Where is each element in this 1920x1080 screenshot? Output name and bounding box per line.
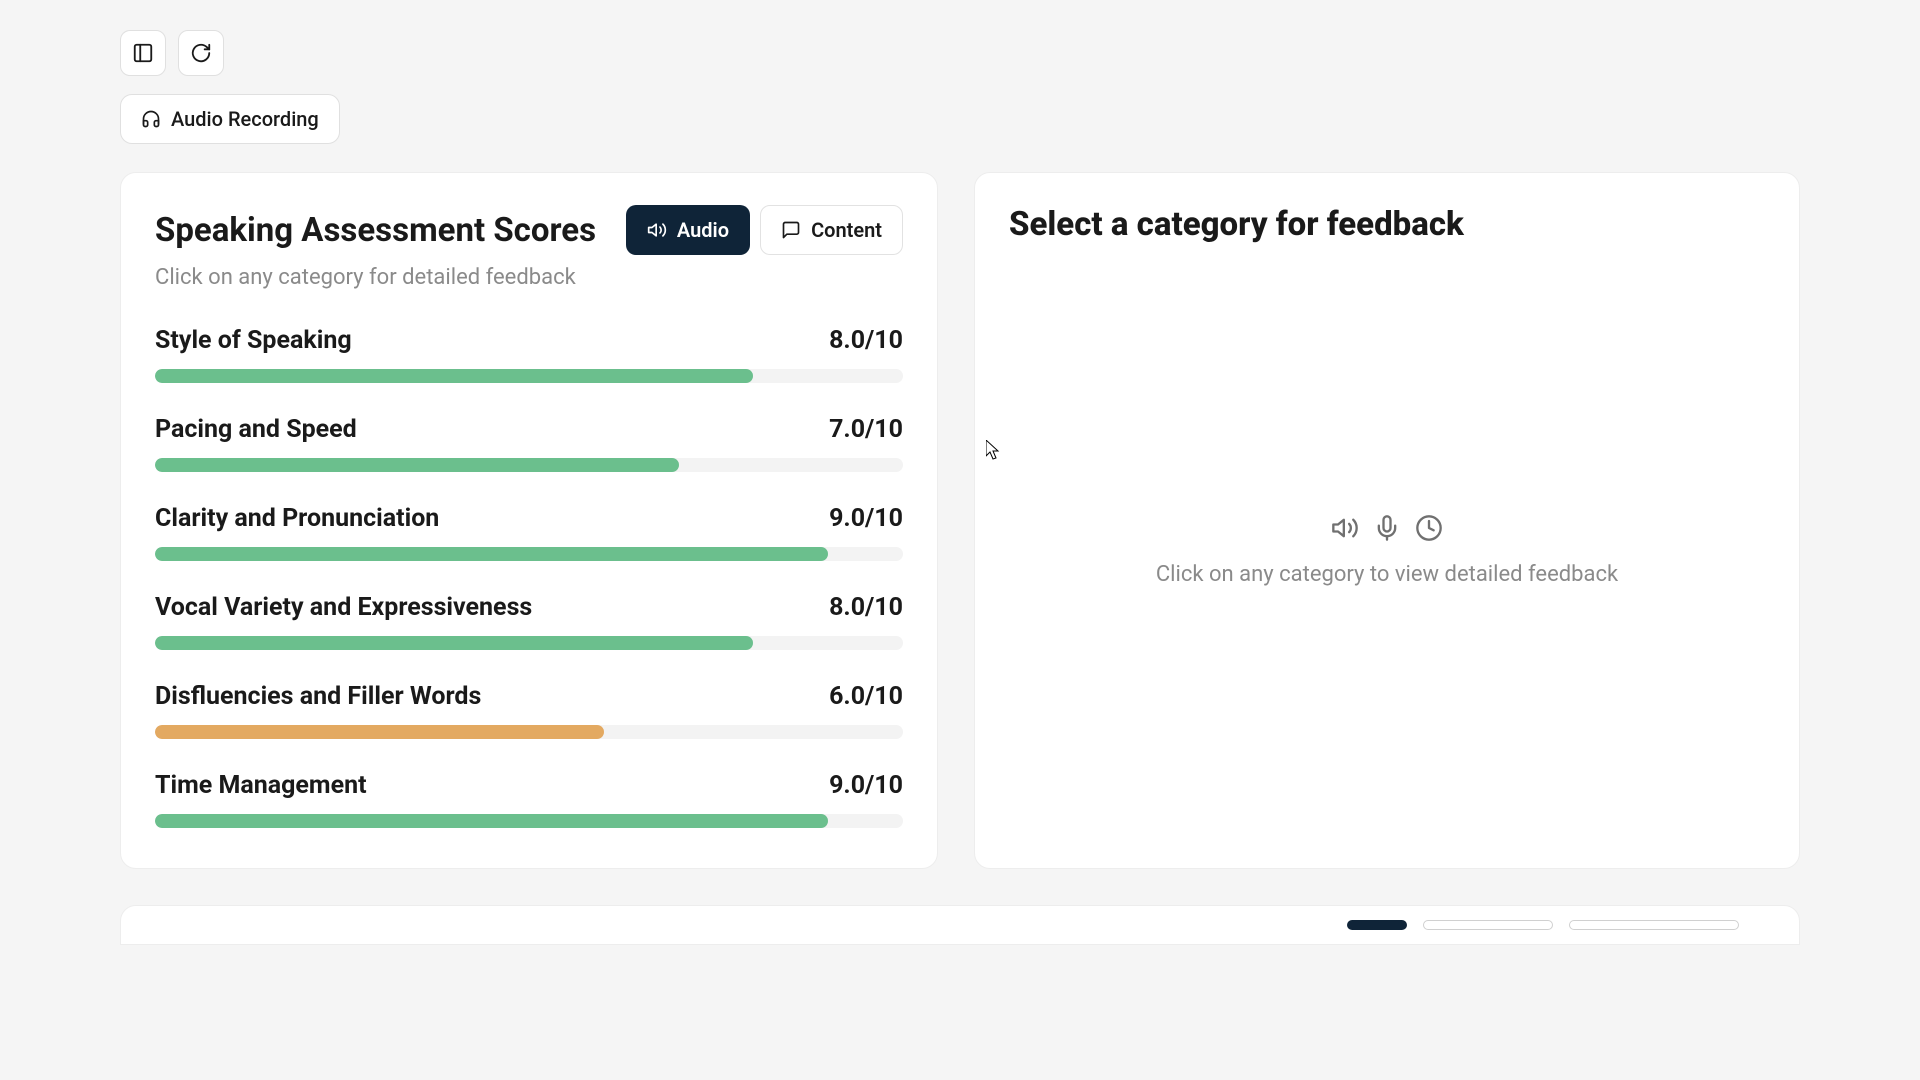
category-score: 9.0/10 xyxy=(829,771,903,800)
clock-icon xyxy=(1415,514,1443,542)
mic-icon xyxy=(1373,514,1401,542)
tab-content-label: Content xyxy=(811,218,882,242)
progress-track xyxy=(155,547,903,561)
category-name: Pacing and Speed xyxy=(155,415,357,444)
progress-fill xyxy=(155,636,753,650)
tab-content[interactable]: Content xyxy=(760,205,903,255)
feedback-placeholder-text: Click on any category to view detailed f… xyxy=(1156,562,1618,587)
progress-track xyxy=(155,369,903,383)
progress-track xyxy=(155,814,903,828)
feedback-panel-title: Select a category for feedback xyxy=(1009,205,1765,244)
progress-fill xyxy=(155,547,828,561)
category-name: Vocal Variety and Expressiveness xyxy=(155,593,532,622)
category-row[interactable]: Clarity and Pronunciation 9.0/10 xyxy=(155,504,903,561)
progress-fill xyxy=(155,814,828,828)
category-name: Style of Speaking xyxy=(155,326,352,355)
top-toolbar xyxy=(120,0,1800,94)
category-score: 8.0/10 xyxy=(829,326,903,355)
progress-track xyxy=(155,725,903,739)
category-name: Clarity and Pronunciation xyxy=(155,504,439,533)
panel-toggle-button[interactable] xyxy=(120,30,166,76)
category-score: 7.0/10 xyxy=(829,415,903,444)
bottom-action-primary[interactable] xyxy=(1347,920,1407,930)
scores-panel-subtitle: Click on any category for detailed feedb… xyxy=(155,265,903,290)
scores-panel: Speaking Assessment Scores Audio Content… xyxy=(120,172,938,869)
category-row[interactable]: Pacing and Speed 7.0/10 xyxy=(155,415,903,472)
progress-fill xyxy=(155,458,679,472)
tab-audio-label: Audio xyxy=(677,218,729,242)
headphones-icon xyxy=(141,109,161,129)
audio-recording-chip[interactable]: Audio Recording xyxy=(120,94,340,144)
bottom-action-tertiary[interactable] xyxy=(1569,920,1739,930)
category-score: 8.0/10 xyxy=(829,593,903,622)
progress-fill xyxy=(155,725,604,739)
category-score: 6.0/10 xyxy=(829,682,903,711)
volume-icon xyxy=(647,220,667,240)
feedback-panel: Select a category for feedback Click on … xyxy=(974,172,1800,869)
panel-left-icon xyxy=(132,42,154,64)
volume-icon xyxy=(1331,514,1359,542)
progress-fill xyxy=(155,369,753,383)
message-square-icon xyxy=(781,220,801,240)
category-row[interactable]: Style of Speaking 8.0/10 xyxy=(155,326,903,383)
category-row[interactable]: Time Management 9.0/10 xyxy=(155,771,903,828)
progress-track xyxy=(155,636,903,650)
bottom-bar xyxy=(120,905,1800,945)
category-row[interactable]: Vocal Variety and Expressiveness 8.0/10 xyxy=(155,593,903,650)
bottom-action-secondary[interactable] xyxy=(1423,920,1553,930)
scores-tab-group: Audio Content xyxy=(626,205,903,255)
category-score: 9.0/10 xyxy=(829,504,903,533)
scores-panel-title: Speaking Assessment Scores xyxy=(155,211,596,250)
refresh-icon xyxy=(190,42,212,64)
refresh-button[interactable] xyxy=(178,30,224,76)
category-name: Disfluencies and Filler Words xyxy=(155,682,481,711)
tab-audio[interactable]: Audio xyxy=(626,205,750,255)
feedback-placeholder: Click on any category to view detailed f… xyxy=(1009,264,1765,836)
category-name: Time Management xyxy=(155,771,367,800)
progress-track xyxy=(155,458,903,472)
category-row[interactable]: Disfluencies and Filler Words 6.0/10 xyxy=(155,682,903,739)
audio-recording-label: Audio Recording xyxy=(171,107,319,131)
